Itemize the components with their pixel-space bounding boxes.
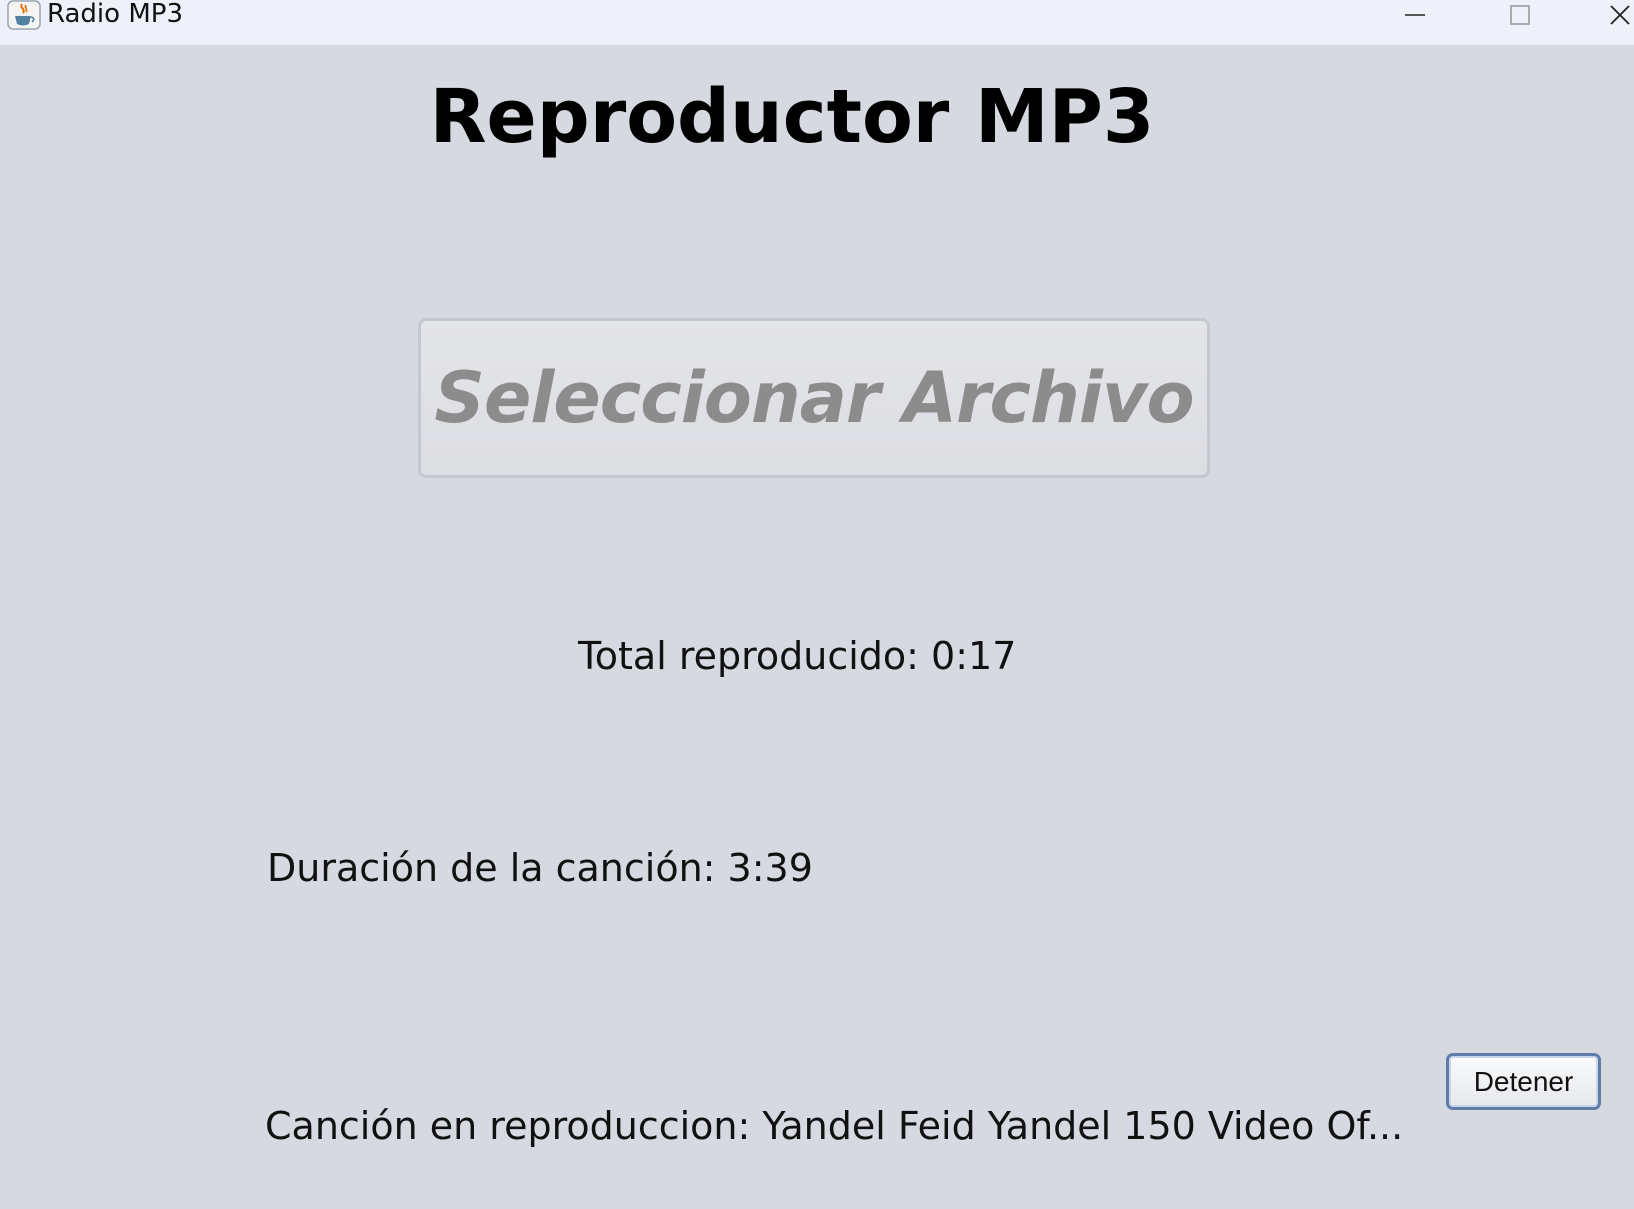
- maximize-icon[interactable]: [1495, 0, 1545, 30]
- now-playing-label: Canción en reproduccion: Yandel Feid Yan…: [265, 1104, 1404, 1148]
- page-title-text: Reproductor MP3: [429, 74, 1155, 160]
- page-title: Reproductor MP3: [0, 72, 1634, 162]
- java-cup-icon: [7, 0, 41, 30]
- total-played-label: Total reproducido: 0:17: [578, 634, 1017, 678]
- window-title: Radio MP3: [47, 0, 183, 29]
- title-bar[interactable]: Radio MP3: [0, 0, 1634, 45]
- app-window: Radio MP3 Reproductor MP3 Seleccionar Ar…: [0, 0, 1634, 1209]
- stop-button[interactable]: Detener: [1446, 1053, 1601, 1110]
- close-icon[interactable]: [1595, 0, 1634, 30]
- song-duration-label: Duración de la canción: 3:39: [267, 846, 813, 890]
- minimize-icon[interactable]: [1390, 0, 1440, 30]
- select-file-button[interactable]: Seleccionar Archivo: [418, 318, 1210, 478]
